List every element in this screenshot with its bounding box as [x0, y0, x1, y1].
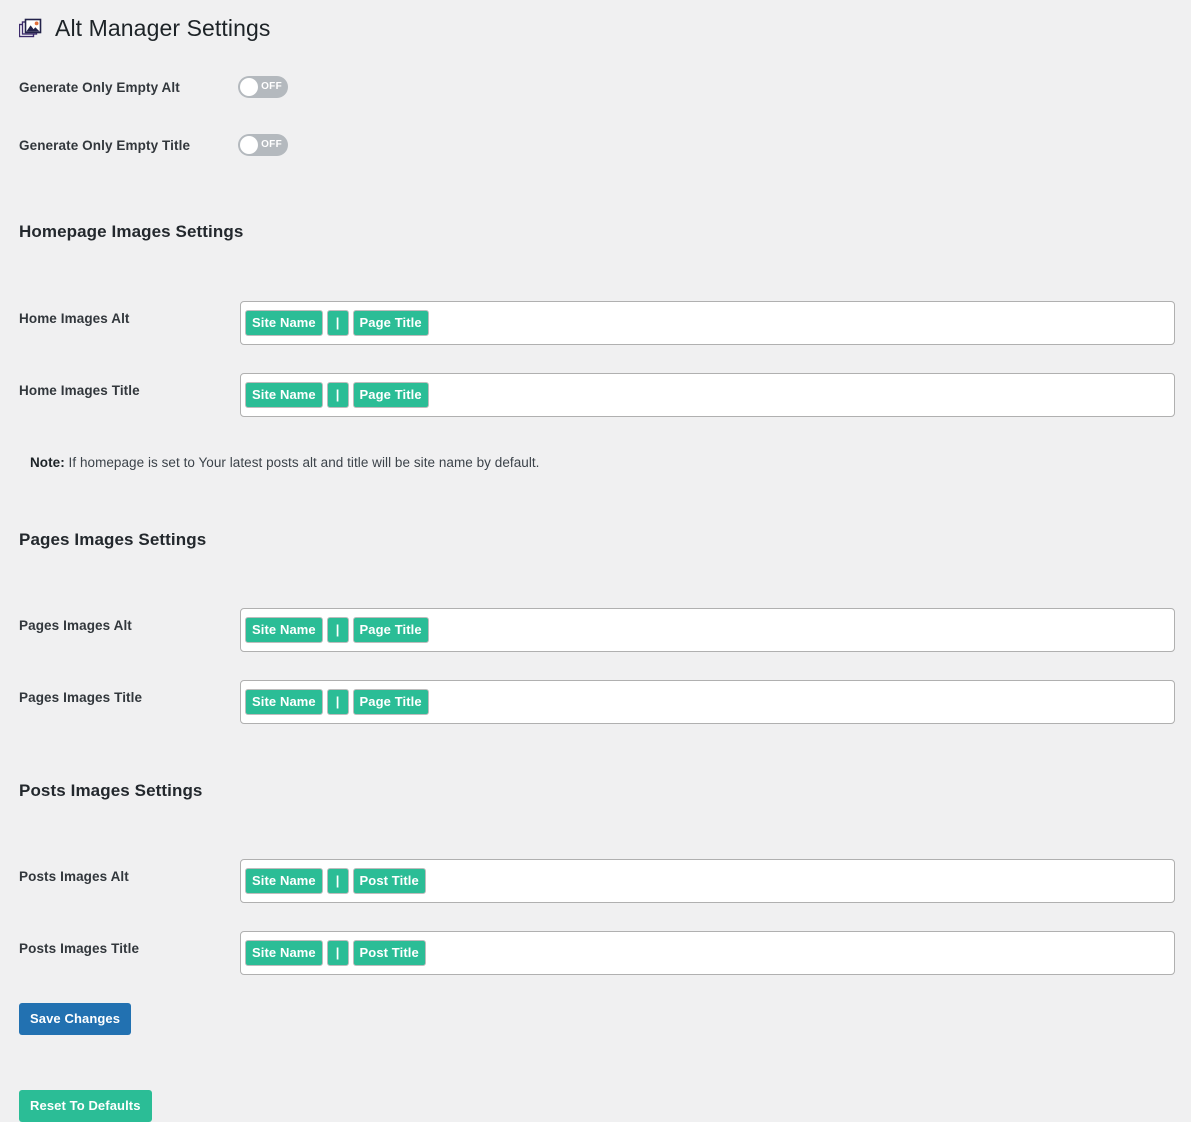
token-site-name[interactable]: Site Name	[245, 617, 323, 643]
toggle-knob	[240, 78, 258, 96]
token-page-title[interactable]: Page Title	[352, 310, 429, 336]
toggle-state-label: OFF	[261, 81, 282, 92]
page-title: Alt Manager Settings	[55, 15, 271, 42]
toggle-generate-only-empty-title[interactable]: OFF	[238, 134, 288, 156]
setting-row-generate-only-empty-title: Generate Only Empty Title OFF	[0, 130, 1191, 160]
toggle-knob	[240, 136, 258, 154]
page-header: Alt Manager Settings	[0, 0, 1191, 48]
token-separator[interactable]: |	[326, 617, 349, 643]
toggle-generate-only-empty-alt[interactable]: OFF	[238, 76, 288, 98]
token-separator[interactable]: |	[326, 940, 349, 966]
reset-to-defaults-row: Reset To Defaults	[0, 1090, 1191, 1122]
note-prefix: Note:	[30, 455, 65, 470]
token-site-name[interactable]: Site Name	[245, 382, 323, 408]
posts-images-alt-input[interactable]: Site Name | Post Title	[240, 859, 1175, 903]
field-label: Pages Images Title	[19, 690, 143, 705]
pages-images-alt-input[interactable]: Site Name | Page Title	[240, 608, 1175, 652]
setting-row-generate-only-empty-alt: Generate Only Empty Alt OFF	[0, 72, 1191, 102]
token-site-name[interactable]: Site Name	[245, 868, 323, 894]
token-site-name[interactable]: Site Name	[245, 940, 323, 966]
field-label: Posts Images Alt	[19, 869, 129, 884]
save-changes-button[interactable]: Save Changes	[19, 1003, 132, 1035]
homepage-note: Note: If homepage is set to Your latest …	[0, 455, 1191, 470]
token-site-name[interactable]: Site Name	[245, 689, 323, 715]
posts-images-title-input[interactable]: Site Name | Post Title	[240, 931, 1175, 975]
token-page-title[interactable]: Page Title	[352, 382, 429, 408]
token-separator[interactable]: |	[326, 868, 349, 894]
token-post-title[interactable]: Post Title	[352, 940, 426, 966]
section-heading-pages: Pages Images Settings	[19, 530, 207, 549]
toggle-state-label: OFF	[261, 139, 282, 150]
token-post-title[interactable]: Post Title	[352, 868, 426, 894]
reset-to-defaults-button[interactable]: Reset To Defaults	[19, 1090, 152, 1122]
save-changes-row: Save Changes	[0, 1003, 1191, 1035]
section-heading-posts: Posts Images Settings	[19, 781, 203, 800]
field-row-home-images-title: Home Images Title Site Name | Page Title	[0, 373, 1191, 417]
field-label: Pages Images Alt	[19, 618, 132, 633]
token-separator[interactable]: |	[326, 689, 349, 715]
pages-images-title-input[interactable]: Site Name | Page Title	[240, 680, 1175, 724]
field-label: Posts Images Title	[19, 941, 140, 956]
home-images-title-input[interactable]: Site Name | Page Title	[240, 373, 1175, 417]
token-page-title[interactable]: Page Title	[352, 617, 429, 643]
home-images-alt-input[interactable]: Site Name | Page Title	[240, 301, 1175, 345]
note-text: If homepage is set to Your latest posts …	[64, 455, 540, 470]
alt-manager-settings-page: Alt Manager Settings Generate Only Empty…	[0, 0, 1191, 1122]
field-row-home-images-alt: Home Images Alt Site Name | Page Title	[0, 301, 1191, 345]
field-row-pages-images-alt: Pages Images Alt Site Name | Page Title	[0, 608, 1191, 652]
field-row-pages-images-title: Pages Images Title Site Name | Page Titl…	[0, 680, 1191, 724]
field-row-posts-images-title: Posts Images Title Site Name | Post Titl…	[0, 931, 1191, 975]
field-row-posts-images-alt: Posts Images Alt Site Name | Post Title	[0, 859, 1191, 903]
token-page-title[interactable]: Page Title	[352, 689, 429, 715]
field-label: Home Images Title	[19, 383, 140, 398]
setting-label: Generate Only Empty Alt	[19, 79, 180, 95]
token-separator[interactable]: |	[326, 382, 349, 408]
section-heading-homepage: Homepage Images Settings	[19, 222, 244, 241]
token-site-name[interactable]: Site Name	[245, 310, 323, 336]
field-label: Home Images Alt	[19, 311, 130, 326]
token-separator[interactable]: |	[326, 310, 349, 336]
setting-label: Generate Only Empty Title	[19, 137, 191, 153]
images-stack-icon	[19, 18, 43, 40]
